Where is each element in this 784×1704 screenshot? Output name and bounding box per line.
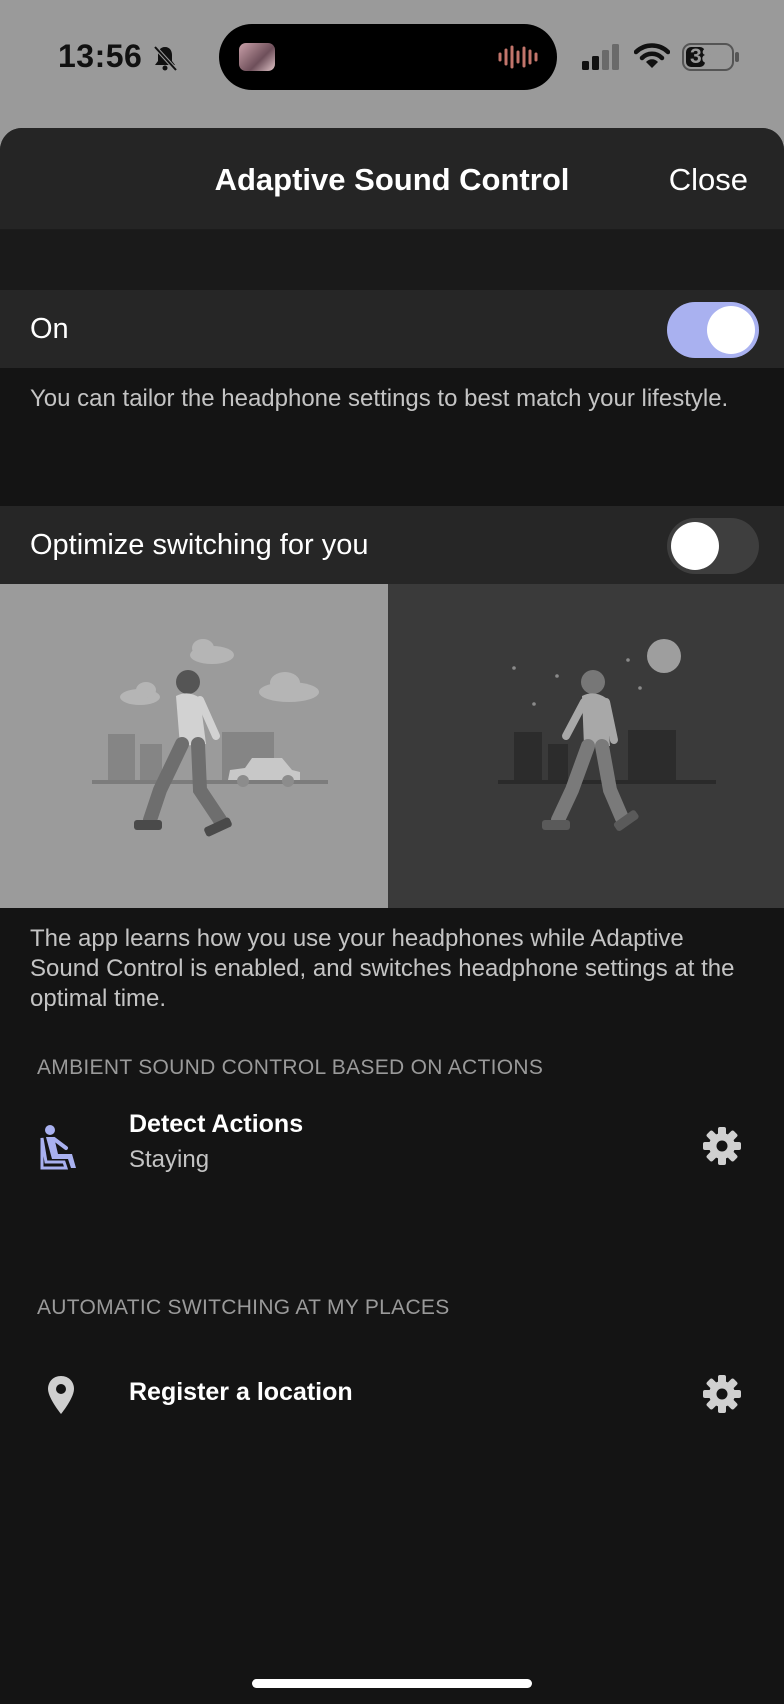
status-bar: 13:56 38	[0, 0, 784, 128]
register-location-title: Register a location	[129, 1378, 353, 1406]
sitting-person-icon	[40, 1125, 76, 1170]
cellular-signal-icon	[582, 44, 619, 70]
toggle-knob	[707, 306, 755, 354]
gear-icon[interactable]	[702, 1126, 742, 1166]
status-time: 13:56	[58, 38, 143, 74]
main-toggle-label: On	[30, 312, 69, 345]
optimize-toggle-row: Optimize switching for you	[0, 506, 784, 584]
daytime-walking-illustration	[0, 584, 388, 908]
register-location-item[interactable]: Register a location	[0, 1344, 784, 1444]
dynamic-island[interactable]	[219, 24, 557, 90]
detect-actions-title: Detect Actions	[129, 1110, 304, 1138]
page-title: Adaptive Sound Control	[214, 162, 570, 197]
optimize-switching-toggle[interactable]	[667, 518, 759, 574]
battery-indicator: 38	[682, 43, 740, 71]
optimize-description: The app learns how you use your headphon…	[30, 925, 735, 1012]
home-indicator[interactable]	[252, 1679, 532, 1688]
main-toggle-row: On	[0, 290, 784, 368]
optimize-toggle-label: Optimize switching for you	[30, 528, 369, 561]
wifi-icon	[634, 43, 670, 68]
settings-sheet: Adaptive Sound Control Close On You can …	[0, 128, 784, 1704]
section-spacer	[0, 230, 784, 290]
main-description: You can tailor the headphone settings to…	[0, 368, 784, 506]
detect-actions-item[interactable]: Detect Actions Staying	[0, 1096, 784, 1196]
nav-bar: Adaptive Sound Control Close	[0, 128, 784, 230]
silent-bell-icon	[153, 45, 178, 72]
illustration	[0, 584, 784, 908]
audio-waveform-icon	[498, 45, 538, 69]
now-playing-thumbnail	[239, 43, 275, 71]
toggle-knob	[671, 522, 719, 570]
adaptive-sound-toggle[interactable]	[667, 302, 759, 358]
gear-icon[interactable]	[702, 1374, 742, 1414]
close-button[interactable]: Close	[669, 162, 748, 198]
actions-section-header: AMBIENT SOUND CONTROL BASED ON ACTIONS	[37, 1056, 544, 1079]
places-section-header: AUTOMATIC SWITCHING AT MY PLACES	[37, 1296, 450, 1319]
nighttime-walking-illustration	[388, 584, 784, 908]
location-pin-icon	[48, 1376, 74, 1414]
detect-actions-status: Staying	[129, 1146, 210, 1173]
battery-percent: 38	[690, 45, 714, 68]
